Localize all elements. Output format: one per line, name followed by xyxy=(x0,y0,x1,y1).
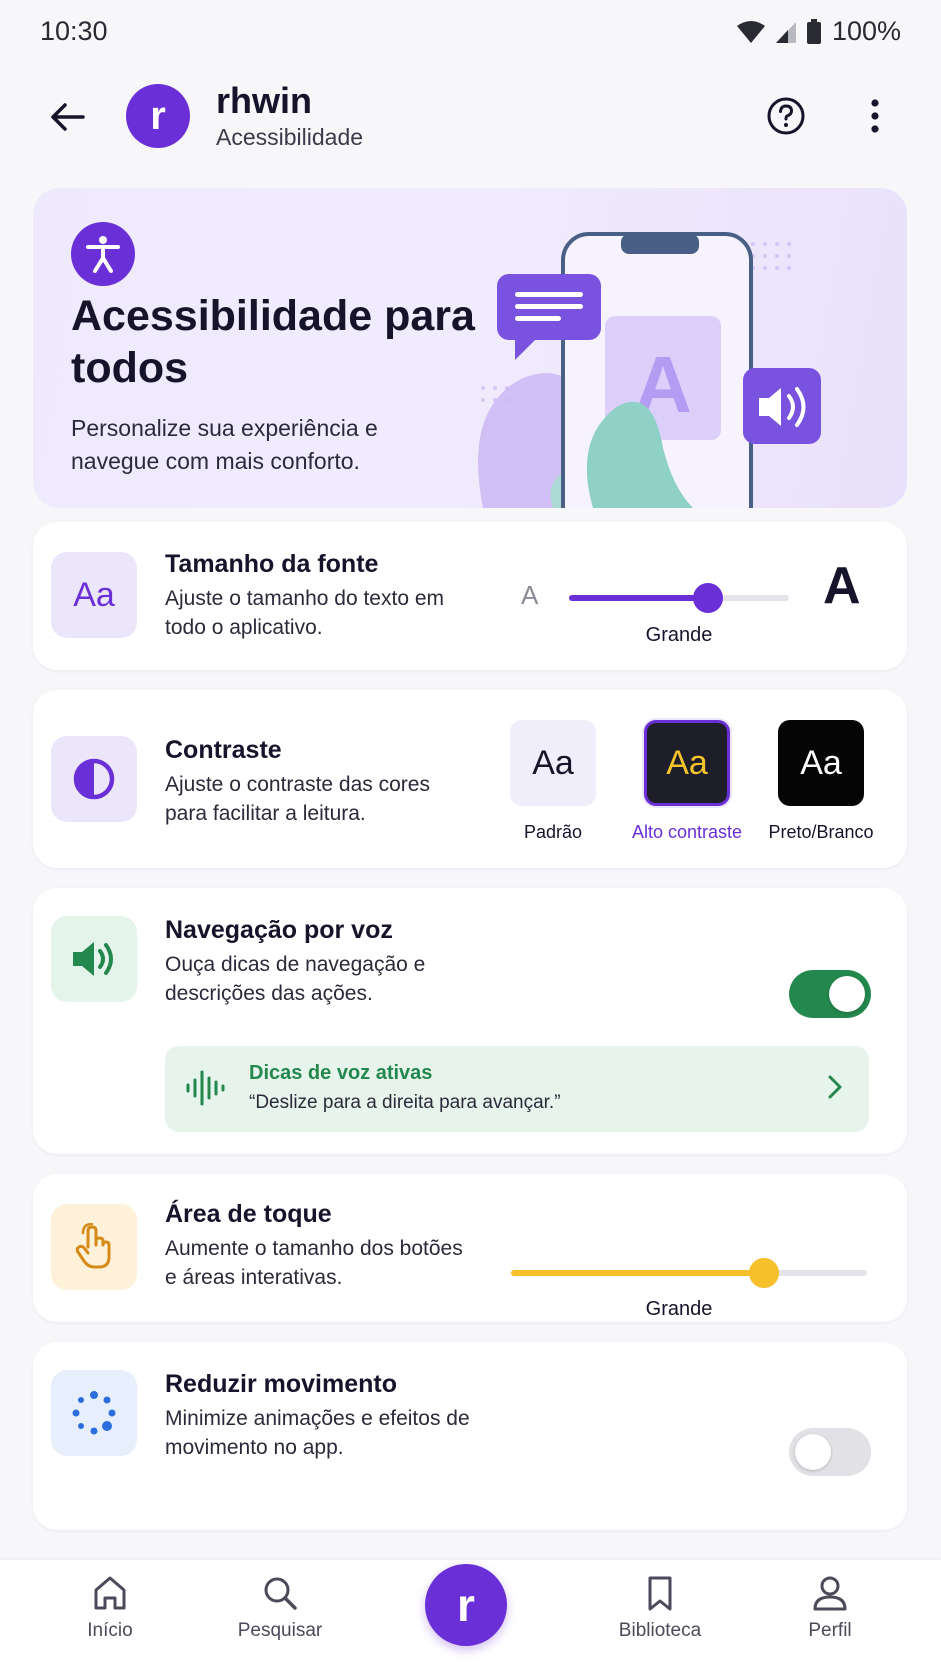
contrast-option-bw[interactable]: Aa Preto/Branco xyxy=(751,720,891,843)
hero-description: Personalize sua experiência e navegue co… xyxy=(71,415,378,474)
font-size-icon: Aa xyxy=(51,552,137,638)
voice-tips-title: Dicas de voz ativas xyxy=(249,1062,433,1084)
signal-icon xyxy=(775,21,796,43)
back-button[interactable] xyxy=(44,94,90,140)
contrast-swatch-standard: Aa xyxy=(510,720,596,806)
font-size-slider[interactable] xyxy=(569,583,789,613)
nav-search-label: Pesquisar xyxy=(237,1620,323,1641)
sound-wave-icon xyxy=(186,1070,225,1106)
contrast-label-standard: Padrão xyxy=(523,822,583,842)
font-size-slider-fill xyxy=(569,595,708,601)
app-title: rhwin xyxy=(216,80,312,121)
touch-area-description: Aumente o tamanho dos botões e áreas int… xyxy=(165,1237,463,1289)
bookmark-icon xyxy=(648,1576,672,1611)
help-button[interactable] xyxy=(762,92,810,140)
nav-home[interactable]: Início xyxy=(40,1574,180,1642)
nav-home-label: Início xyxy=(87,1620,133,1641)
battery-icon xyxy=(806,18,821,44)
nav-app-logo-button[interactable]: r xyxy=(425,1564,507,1646)
nav-library[interactable]: Biblioteca xyxy=(590,1574,730,1642)
app-avatar: r xyxy=(126,84,190,148)
volume-icon xyxy=(51,916,137,1002)
voice-navigation-card: Navegação por voz Ouça dicas de navegaçã… xyxy=(33,888,907,1154)
nav-search[interactable]: Pesquisar xyxy=(210,1574,350,1642)
help-icon xyxy=(767,97,805,135)
hero-illustration: A xyxy=(478,232,821,508)
font-size-icon-text: Aa xyxy=(73,575,115,614)
font-size-card: Aa Tamanho da fonte Ajuste o tamanho do … xyxy=(33,522,907,670)
reduce-motion-toggle[interactable] xyxy=(789,1428,871,1476)
contrast-option-high[interactable]: Aa Alto contraste xyxy=(617,720,757,843)
motion-icon xyxy=(51,1370,137,1456)
home-icon xyxy=(94,1576,126,1610)
profile-icon xyxy=(813,1576,847,1611)
touch-area-value: Grande xyxy=(645,1298,713,1320)
contrast-icon xyxy=(51,736,137,822)
font-size-slider-thumb[interactable] xyxy=(692,583,723,613)
contrast-label-bw: Preto/Branco xyxy=(768,822,874,842)
status-bar: 10:30 100% xyxy=(0,0,941,64)
voice-navigation-toggle-knob xyxy=(829,976,865,1012)
reduce-motion-toggle-knob xyxy=(795,1434,831,1470)
voice-navigation-description: Ouça dicas de navegação e descrições das… xyxy=(165,953,426,1005)
contrast-label-high: Alto contraste xyxy=(631,822,743,842)
nav-profile-label: Perfil xyxy=(808,1620,852,1641)
hero-title: Acessibilidade para todos xyxy=(71,292,475,392)
font-size-large-label: A xyxy=(823,557,861,615)
status-icons: 100% xyxy=(736,16,901,47)
chevron-right-icon xyxy=(828,1075,842,1099)
touch-area-slider[interactable] xyxy=(511,1258,867,1288)
voice-tips-banner[interactable]: Dicas de voz ativas “Deslize para a dire… xyxy=(165,1046,869,1132)
reduce-motion-title: Reduzir movimento xyxy=(165,1370,397,1398)
contrast-swatch-high: Aa xyxy=(644,720,730,806)
more-vertical-icon xyxy=(871,99,879,133)
contrast-description: Ajuste o contraste das cores para facili… xyxy=(165,773,430,825)
page-subtitle: Acessibilidade xyxy=(216,124,364,150)
battery-percent: 100% xyxy=(831,16,901,46)
font-size-small-label: A xyxy=(521,580,539,610)
contrast-title: Contraste xyxy=(165,736,282,764)
font-size-title: Tamanho da fonte xyxy=(165,550,379,578)
font-size-description: Ajuste o tamanho do texto em todo o apli… xyxy=(165,587,444,639)
contrast-option-standard[interactable]: Aa Padrão xyxy=(483,720,623,843)
touch-area-slider-thumb[interactable] xyxy=(748,1258,779,1288)
arrow-left-icon xyxy=(51,103,85,131)
touch-icon xyxy=(51,1204,137,1290)
touch-area-title: Área de toque xyxy=(165,1200,332,1228)
app-header: r rhwin Acessibilidade xyxy=(0,80,941,152)
font-size-value: Grande xyxy=(645,624,713,646)
contrast-card: Contraste Ajuste o contraste das cores p… xyxy=(33,690,907,868)
bottom-navigation: Início Pesquisar r Biblioteca Perfil xyxy=(0,1560,941,1672)
wifi-icon xyxy=(736,20,765,43)
touch-area-card: Área de toque Aumente o tamanho dos botõ… xyxy=(33,1174,907,1322)
reduce-motion-description: Minimize animações e efeitos de moviment… xyxy=(165,1407,470,1459)
accessibility-icon xyxy=(71,222,135,286)
reduce-motion-card: Reduzir movimento Minimize animações e e… xyxy=(33,1342,907,1530)
hero-banner: Acessibilidade para todos Personalize su… xyxy=(33,188,907,508)
nav-library-label: Biblioteca xyxy=(618,1620,702,1641)
more-options-button[interactable] xyxy=(852,92,898,140)
voice-navigation-title: Navegação por voz xyxy=(165,916,393,944)
status-time: 10:30 xyxy=(40,16,108,46)
nav-profile[interactable]: Perfil xyxy=(760,1574,900,1642)
voice-navigation-toggle[interactable] xyxy=(789,970,871,1018)
touch-area-slider-fill xyxy=(511,1270,764,1276)
voice-tips-text: “Deslize para a direita para avançar.” xyxy=(249,1092,561,1113)
contrast-swatch-bw: Aa xyxy=(778,720,864,806)
search-icon xyxy=(264,1577,297,1610)
